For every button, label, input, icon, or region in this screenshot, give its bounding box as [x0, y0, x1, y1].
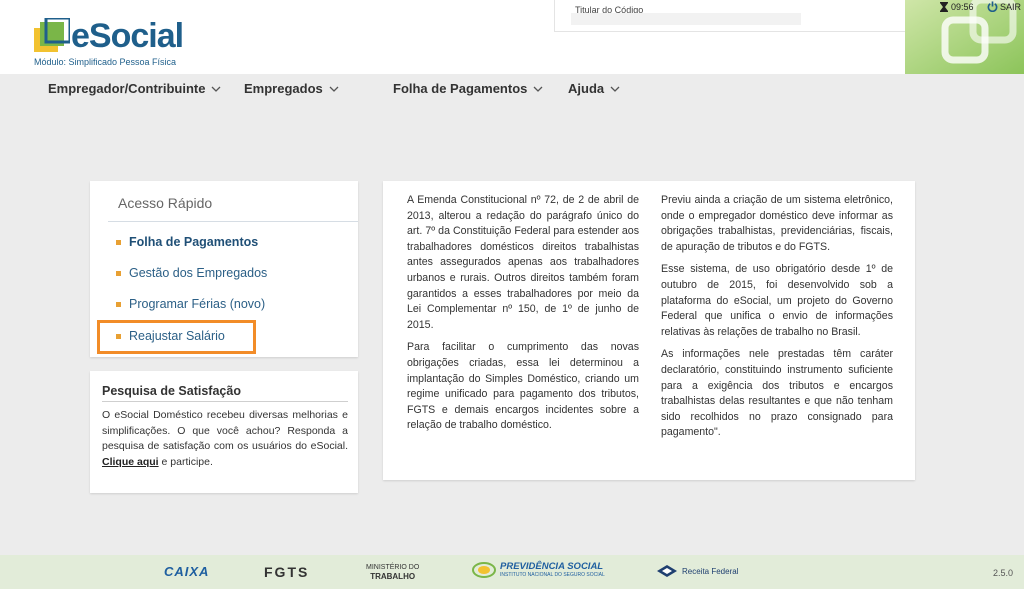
info-column-left: A Emenda Constitucional nº 72, de 2 de a…	[407, 193, 639, 441]
nav-item-ajuda[interactable]: Ajuda	[568, 81, 620, 96]
esocial-logo[interactable]: eSocial Módulo: Simplificado Pessoa Físi…	[34, 16, 194, 70]
ministerio-line1: MINISTÉRIO DO	[366, 564, 420, 571]
highlight-box	[97, 320, 256, 354]
info-paragraph: Para facilitar o cumprimento das novas o…	[407, 341, 639, 432]
logo-text: eSocial	[71, 17, 184, 55]
fgts-logo: FGTS	[264, 564, 310, 580]
receita-label: Receita Federal	[682, 566, 739, 576]
divider	[108, 221, 358, 222]
bullet-icon	[116, 270, 121, 276]
bullet-icon	[116, 239, 121, 245]
nav-item-label: Ajuda	[568, 81, 605, 96]
esocial-logo-icon	[34, 18, 70, 52]
chevron-down-icon	[533, 86, 543, 92]
nav-item-empregados[interactable]: Empregados	[244, 81, 339, 96]
info-paragraph: Previu ainda a criação de um sistema ele…	[661, 194, 893, 253]
session-time: 09:56	[951, 2, 974, 12]
nav-item-empregador[interactable]: Empregador/Contribuinte	[48, 81, 221, 96]
nav-item-label: Empregados	[244, 81, 323, 96]
receita-logo: Receita Federal	[656, 564, 738, 578]
logout-label: SAIR	[1000, 1, 1022, 12]
header: eSocial Módulo: Simplificado Pessoa Físi…	[0, 0, 1024, 74]
logout-button[interactable]: SAIR	[987, 1, 1021, 12]
previdencia-line2: INSTITUTO NACIONAL DO SEGURO SOCIAL	[500, 572, 605, 578]
info-panel: A Emenda Constitucional nº 72, de 2 de a…	[383, 181, 915, 480]
chevron-down-icon	[211, 86, 221, 92]
info-paragraph: As informações nele prestadas têm caráte…	[661, 348, 893, 439]
ministerio-logo: MINISTÉRIO DO TRABALHO	[366, 563, 419, 582]
module-label: Módulo: Simplificado Pessoa Física	[34, 57, 177, 67]
hourglass-icon	[940, 2, 948, 12]
footer: CAIXA FGTS MINISTÉRIO DO TRABALHO PREVID…	[0, 555, 1024, 589]
quick-access-title: Acesso Rápido	[118, 195, 213, 211]
main-nav: Empregador/Contribuinte Empregados Folha…	[0, 74, 1024, 104]
version-label: 2.5.0	[993, 568, 1014, 578]
bullet-icon	[116, 301, 121, 307]
survey-body: O eSocial Doméstico recebeu diversas mel…	[102, 409, 348, 452]
holder-value	[571, 13, 801, 25]
info-column-right: Previu ainda a criação de um sistema ele…	[661, 193, 893, 448]
chevron-down-icon	[610, 86, 620, 92]
previdencia-line1: PREVIDÊNCIA SOCIAL	[500, 561, 604, 572]
survey-title: Pesquisa de Satisfação	[102, 384, 241, 398]
receita-emblem-icon	[657, 565, 677, 577]
survey-text: O eSocial Doméstico recebeu diversas mel…	[102, 408, 348, 470]
holder-box: Titular do Código	[554, 0, 908, 32]
nav-item-folha[interactable]: Folha de Pagamentos	[393, 81, 543, 96]
nav-item-label: Empregador/Contribuinte	[48, 81, 206, 96]
previdencia-emblem-icon	[472, 562, 496, 578]
previdencia-logo: PREVIDÊNCIA SOCIAL INSTITUTO NACIONAL DO…	[472, 562, 605, 578]
nav-item-label: Folha de Pagamentos	[393, 81, 528, 96]
power-icon	[987, 1, 998, 12]
quick-item-gestao[interactable]: Gestão dos Empregados	[116, 266, 267, 280]
survey-body-end: e participe.	[161, 455, 213, 468]
quick-access-panel: Acesso Rápido Folha de Pagamentos Gestão…	[90, 181, 358, 357]
quick-item-folha[interactable]: Folha de Pagamentos	[116, 235, 258, 249]
quick-item-label: Gestão dos Empregados	[129, 266, 268, 280]
quick-item-label: Folha de Pagamentos	[129, 235, 259, 249]
info-paragraph: Esse sistema, de uso obrigatório desde 1…	[661, 263, 893, 338]
info-paragraph: A Emenda Constitucional nº 72, de 2 de a…	[407, 194, 639, 331]
divider	[102, 401, 348, 402]
chevron-down-icon	[329, 86, 339, 92]
caixa-logo: CAIXA	[164, 564, 210, 579]
survey-panel: Pesquisa de Satisfação O eSocial Domésti…	[90, 371, 358, 493]
quick-item-ferias[interactable]: Programar Férias (novo)	[116, 297, 265, 311]
session-timer: 09:56	[940, 2, 974, 12]
quick-item-label: Programar Férias (novo)	[129, 297, 266, 311]
survey-link[interactable]: Clique aqui	[102, 456, 159, 468]
ministerio-line2: TRABALHO	[370, 572, 416, 581]
